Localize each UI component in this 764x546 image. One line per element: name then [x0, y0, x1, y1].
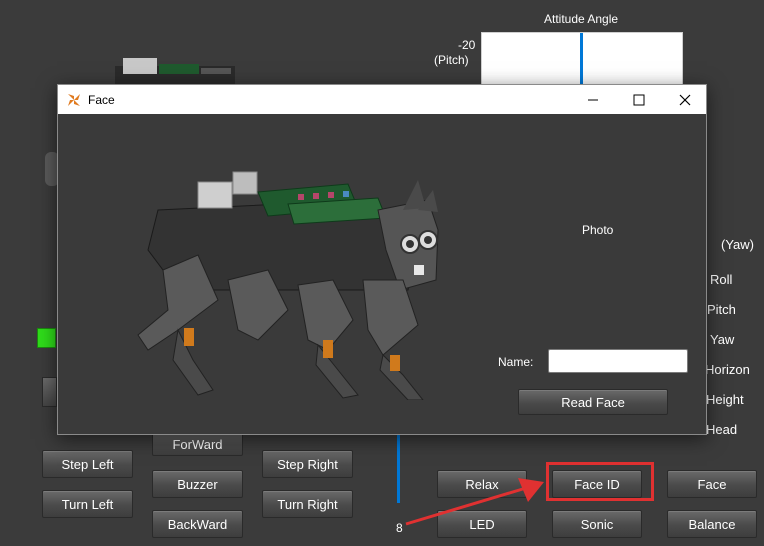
slider-label-roll: Roll [710, 272, 733, 287]
read-face-button[interactable]: Read Face [518, 389, 668, 415]
turn-left-button[interactable]: Turn Left [42, 490, 133, 518]
slider-label-height: Height [706, 392, 744, 407]
partial-button-left[interactable] [42, 377, 57, 407]
annotation-arrow [405, 478, 544, 526]
slider-label-horizon: Horizon [705, 362, 750, 377]
name-input[interactable] [548, 349, 688, 373]
photo-label: Photo [582, 223, 614, 237]
sonic-button[interactable]: Sonic [552, 510, 642, 538]
step-right-button[interactable]: Step Right [262, 450, 353, 478]
slider-label-pitch: Pitch [707, 302, 736, 317]
face-dialog-titlebar[interactable]: Face [58, 85, 706, 114]
turn-right-button[interactable]: Turn Right [262, 490, 353, 518]
forward-button[interactable]: ForWard [152, 432, 243, 456]
face-id-highlight-box [546, 462, 654, 501]
balance-button[interactable]: Balance [667, 510, 757, 538]
buzzer-button[interactable]: Buzzer [152, 470, 243, 498]
yaw-header-label: (Yaw) [721, 237, 754, 252]
maximize-icon[interactable] [616, 85, 662, 114]
face-dialog-title: Face [88, 92, 115, 107]
backward-button[interactable]: BackWard [152, 510, 243, 538]
status-indicator [37, 328, 56, 348]
pitch-label: (Pitch) [434, 53, 469, 67]
minimize-icon[interactable] [570, 85, 616, 114]
name-label: Name: [498, 355, 534, 369]
robot-preview-partial [105, 50, 245, 86]
slider-label-head: Head [706, 422, 738, 437]
face-button[interactable]: Face [667, 470, 757, 498]
face-dialog: Face Photo Name: Read Face [57, 84, 707, 435]
pinwheel-icon [66, 92, 82, 108]
pitch-value: -20 [458, 38, 476, 52]
step-left-button[interactable]: Step Left [42, 450, 133, 478]
slider-label-yaw: Yaw [710, 332, 735, 347]
robot-dog-image [118, 160, 448, 401]
close-icon[interactable] [662, 85, 708, 114]
attitude-plot [481, 32, 683, 93]
attitude-angle-title: Attitude Angle [544, 12, 619, 26]
